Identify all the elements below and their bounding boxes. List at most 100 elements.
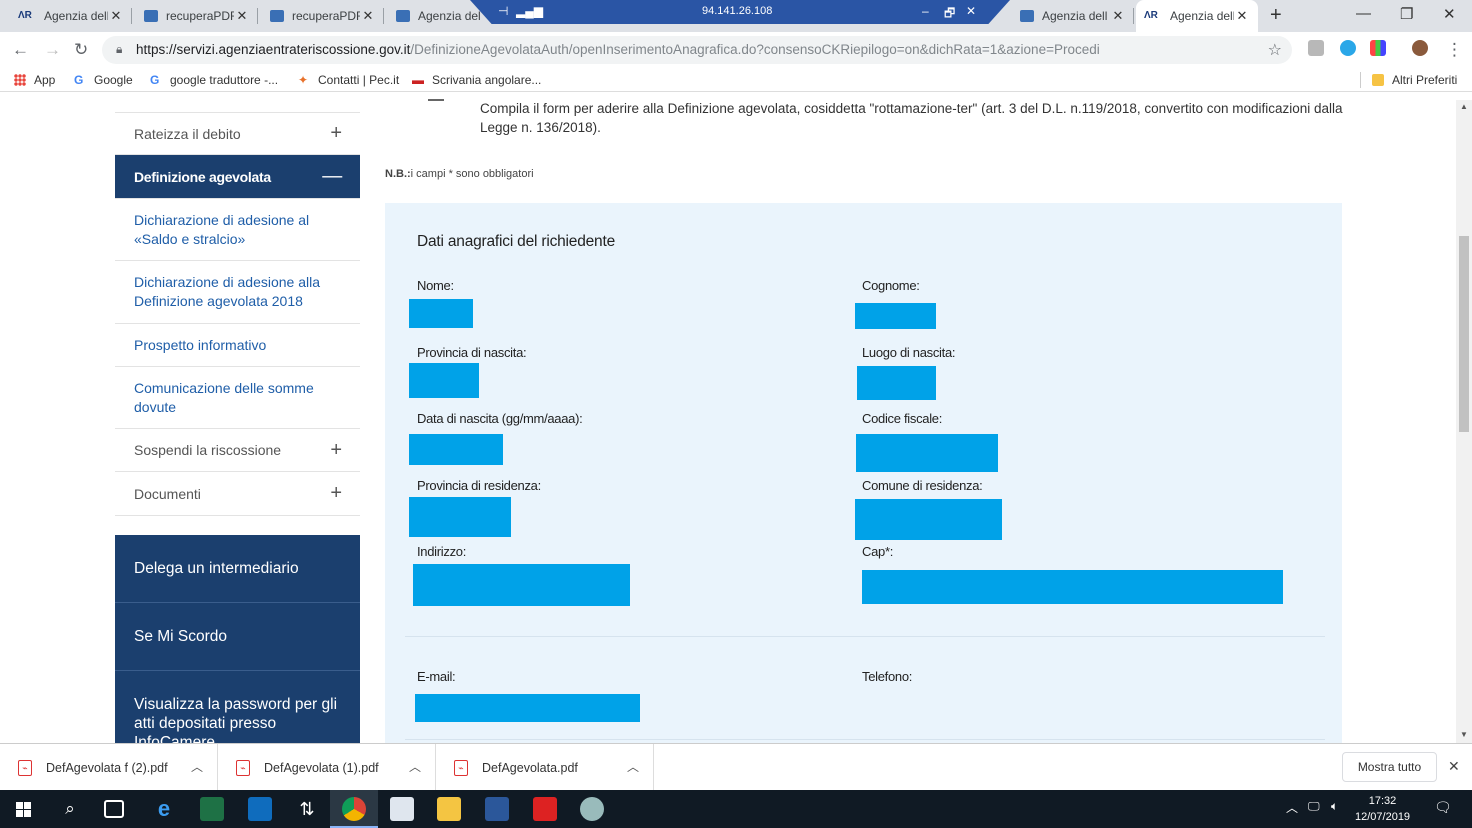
provincia-nascita-field-redacted[interactable] — [409, 363, 479, 398]
acrobat-icon[interactable] — [533, 797, 557, 821]
chevron-up-icon[interactable]: ︿ — [627, 758, 639, 775]
scrollbar-thumb[interactable] — [1459, 236, 1469, 432]
chrome-icon[interactable] — [342, 797, 366, 821]
chevron-up-icon[interactable]: ︿ — [409, 758, 421, 775]
sidebar-item-sospendi[interactable]: Sospendi la riscossione + — [115, 429, 360, 472]
acrobat-extension-icon[interactable] — [1308, 40, 1324, 56]
cap-field-redacted[interactable] — [862, 570, 1283, 604]
search-icon[interactable]: ⌕ — [58, 797, 82, 821]
profile-avatar[interactable] — [1412, 40, 1428, 56]
cognome-field-redacted[interactable] — [855, 303, 936, 329]
window-restore-button[interactable]: ❐ — [1400, 5, 1413, 23]
file-explorer-icon[interactable] — [390, 797, 414, 821]
sidebar-subitem-prospetto[interactable]: Prospetto informativo — [115, 324, 360, 367]
folder-icon[interactable] — [437, 797, 461, 821]
browser-tab[interactable]: ɅR Agenzia dell ✕ — [10, 0, 132, 32]
internet-explorer-icon[interactable]: e — [152, 797, 176, 821]
nome-field-redacted[interactable] — [409, 299, 473, 328]
email-field-redacted[interactable] — [415, 694, 640, 722]
scroll-down-icon[interactable]: ▼ — [1460, 730, 1468, 739]
block-label: Delega un intermediario — [134, 559, 299, 577]
tray-chevron-icon[interactable]: ︿ — [1286, 799, 1298, 816]
close-downloads-icon[interactable]: ✕ — [1448, 758, 1460, 775]
forward-button[interactable]: → — [44, 40, 61, 60]
bookmark-other-folder[interactable]: Altri Preferiti — [1372, 73, 1457, 87]
volume-icon[interactable]: 🔈︎ — [1331, 799, 1338, 814]
sidebar-subitem-saldo-stralcio[interactable]: Dichiarazione di adesione al «Saldo e st… — [115, 199, 360, 261]
bookmark-label: google traduttore -... — [170, 73, 279, 87]
sidebar-item-definizione[interactable]: Definizione agevolata — — [115, 155, 360, 199]
delega-intermediario-button[interactable]: Delega un intermediario — [115, 535, 360, 603]
chevron-up-icon[interactable]: ︿ — [191, 758, 203, 775]
bookmark-apps[interactable]: App — [14, 73, 55, 87]
reload-button[interactable]: ↻ — [74, 40, 88, 60]
system-clock[interactable]: 17:32 12/07/2019 — [1355, 793, 1410, 825]
window-minimize-button[interactable]: — — [1356, 5, 1371, 22]
network-icon[interactable]: 🖵︎ — [1308, 799, 1320, 814]
tab-title: Agenzia dell — [1042, 9, 1108, 23]
sidebar-subitem-comunicazione[interactable]: Comunicazione delle somme dovute — [115, 367, 360, 429]
back-button[interactable]: ← — [12, 40, 29, 60]
browser-tab[interactable]: recuperaPDF ✕ — [262, 0, 384, 32]
paint-icon[interactable] — [580, 797, 604, 821]
excel-icon[interactable] — [200, 797, 224, 821]
codice-fiscale-field-redacted[interactable] — [856, 434, 998, 472]
scroll-up-icon[interactable]: ▲ — [1460, 102, 1468, 111]
download-item[interactable]: ⌁ DefAgevolata (1).pdf ︿ — [218, 744, 436, 791]
task-view-icon[interactable] — [104, 800, 124, 818]
block-label: Se Mi Scordo — [134, 627, 228, 645]
bookmark-scrivania[interactable]: ▬ Scrivania angolare... — [412, 73, 541, 87]
plus-icon[interactable]: + — [330, 122, 342, 145]
transfer-arrows-icon[interactable]: ⇅ — [295, 797, 319, 821]
bookmark-star-icon[interactable]: ☆ — [1268, 40, 1282, 60]
plus-icon[interactable]: + — [330, 439, 342, 462]
comune-residenza-field-redacted[interactable] — [855, 499, 1002, 540]
browser-tab-active[interactable]: ɅR Agenzia dell ✕ — [1136, 0, 1258, 32]
url-text[interactable]: https://servizi.agenziaentrateriscossion… — [136, 42, 1100, 57]
minimize-icon[interactable]: – — [922, 4, 929, 18]
close-icon[interactable]: ✕ — [966, 4, 976, 18]
close-tab-icon[interactable]: ✕ — [108, 8, 124, 24]
address-bar[interactable]: 🔒︎ https://servizi.agenziaentrateriscoss… — [102, 36, 1292, 64]
bookmark-pec[interactable]: ✦ Contatti | Pec.it — [298, 73, 399, 87]
indirizzo-field-redacted[interactable] — [413, 564, 630, 606]
browser-tab[interactable]: recuperaPDF ✕ — [136, 0, 258, 32]
bookmark-translate[interactable]: G google traduttore -... — [150, 73, 278, 87]
minus-icon[interactable]: — — [322, 165, 342, 188]
windows-taskbar: ⌕ e ⇅ ︿ 🖵︎ 🔈︎ 17:32 12/07/2019 🗨︎ — [0, 790, 1472, 828]
windows-start-icon[interactable] — [12, 797, 36, 821]
email-label: E-mail: — [417, 669, 456, 684]
download-item[interactable]: ⌁ DefAgevolata f (2).pdf ︿ — [0, 744, 218, 791]
browser-toolbar: ← → ↻ 🔒︎ https://servizi.agenziaentrater… — [0, 32, 1472, 68]
cloud-extension-icon[interactable] — [1340, 40, 1356, 56]
word-icon[interactable] — [485, 797, 509, 821]
sidebar-item-documenti[interactable]: Documenti + — [115, 472, 360, 516]
close-tab-icon[interactable]: ✕ — [360, 8, 376, 24]
outlook-icon[interactable] — [248, 797, 272, 821]
close-tab-icon[interactable]: ✕ — [1234, 8, 1250, 24]
visualizza-password-button[interactable]: Visualizza la password per gli atti depo… — [115, 671, 360, 743]
notifications-icon[interactable]: 🗨︎ — [1434, 799, 1452, 816]
se-mi-scordo-button[interactable]: Se Mi Scordo — [115, 603, 360, 671]
sidebar-item-rateizza[interactable]: Rateizza il debito + — [115, 113, 360, 155]
window-close-button[interactable]: ✕ — [1443, 5, 1456, 23]
close-tab-icon[interactable]: ✕ — [1110, 8, 1126, 24]
page-scrollbar[interactable]: ▲ ▼ — [1456, 100, 1472, 743]
browser-tab[interactable]: Agenzia del — [388, 0, 488, 32]
new-tab-button[interactable]: + — [1270, 4, 1282, 27]
browser-tab[interactable]: Agenzia dell ✕ — [1012, 0, 1134, 32]
show-all-downloads-button[interactable]: Mostra tutto — [1342, 752, 1437, 782]
download-item[interactable]: ⌁ DefAgevolata.pdf ︿ — [436, 744, 654, 791]
luogo-nascita-field-redacted[interactable] — [857, 366, 936, 400]
plus-icon[interactable]: + — [330, 482, 342, 505]
menu-icon[interactable]: ⋮ — [1446, 40, 1463, 60]
data-nascita-field-redacted[interactable] — [409, 434, 503, 465]
sidebar-subitem-definizione-2018[interactable]: Dichiarazione di adesione alla Definizio… — [115, 261, 360, 324]
bookmark-google[interactable]: G Google — [74, 73, 133, 87]
restore-icon[interactable]: 🗗 — [944, 4, 955, 24]
folder-icon — [1372, 74, 1384, 86]
close-tab-icon[interactable]: ✕ — [234, 8, 250, 24]
pin-icon[interactable]: ⊣ — [498, 4, 508, 18]
provincia-residenza-field-redacted[interactable] — [409, 497, 511, 537]
office-extension-icon[interactable] — [1370, 40, 1386, 56]
